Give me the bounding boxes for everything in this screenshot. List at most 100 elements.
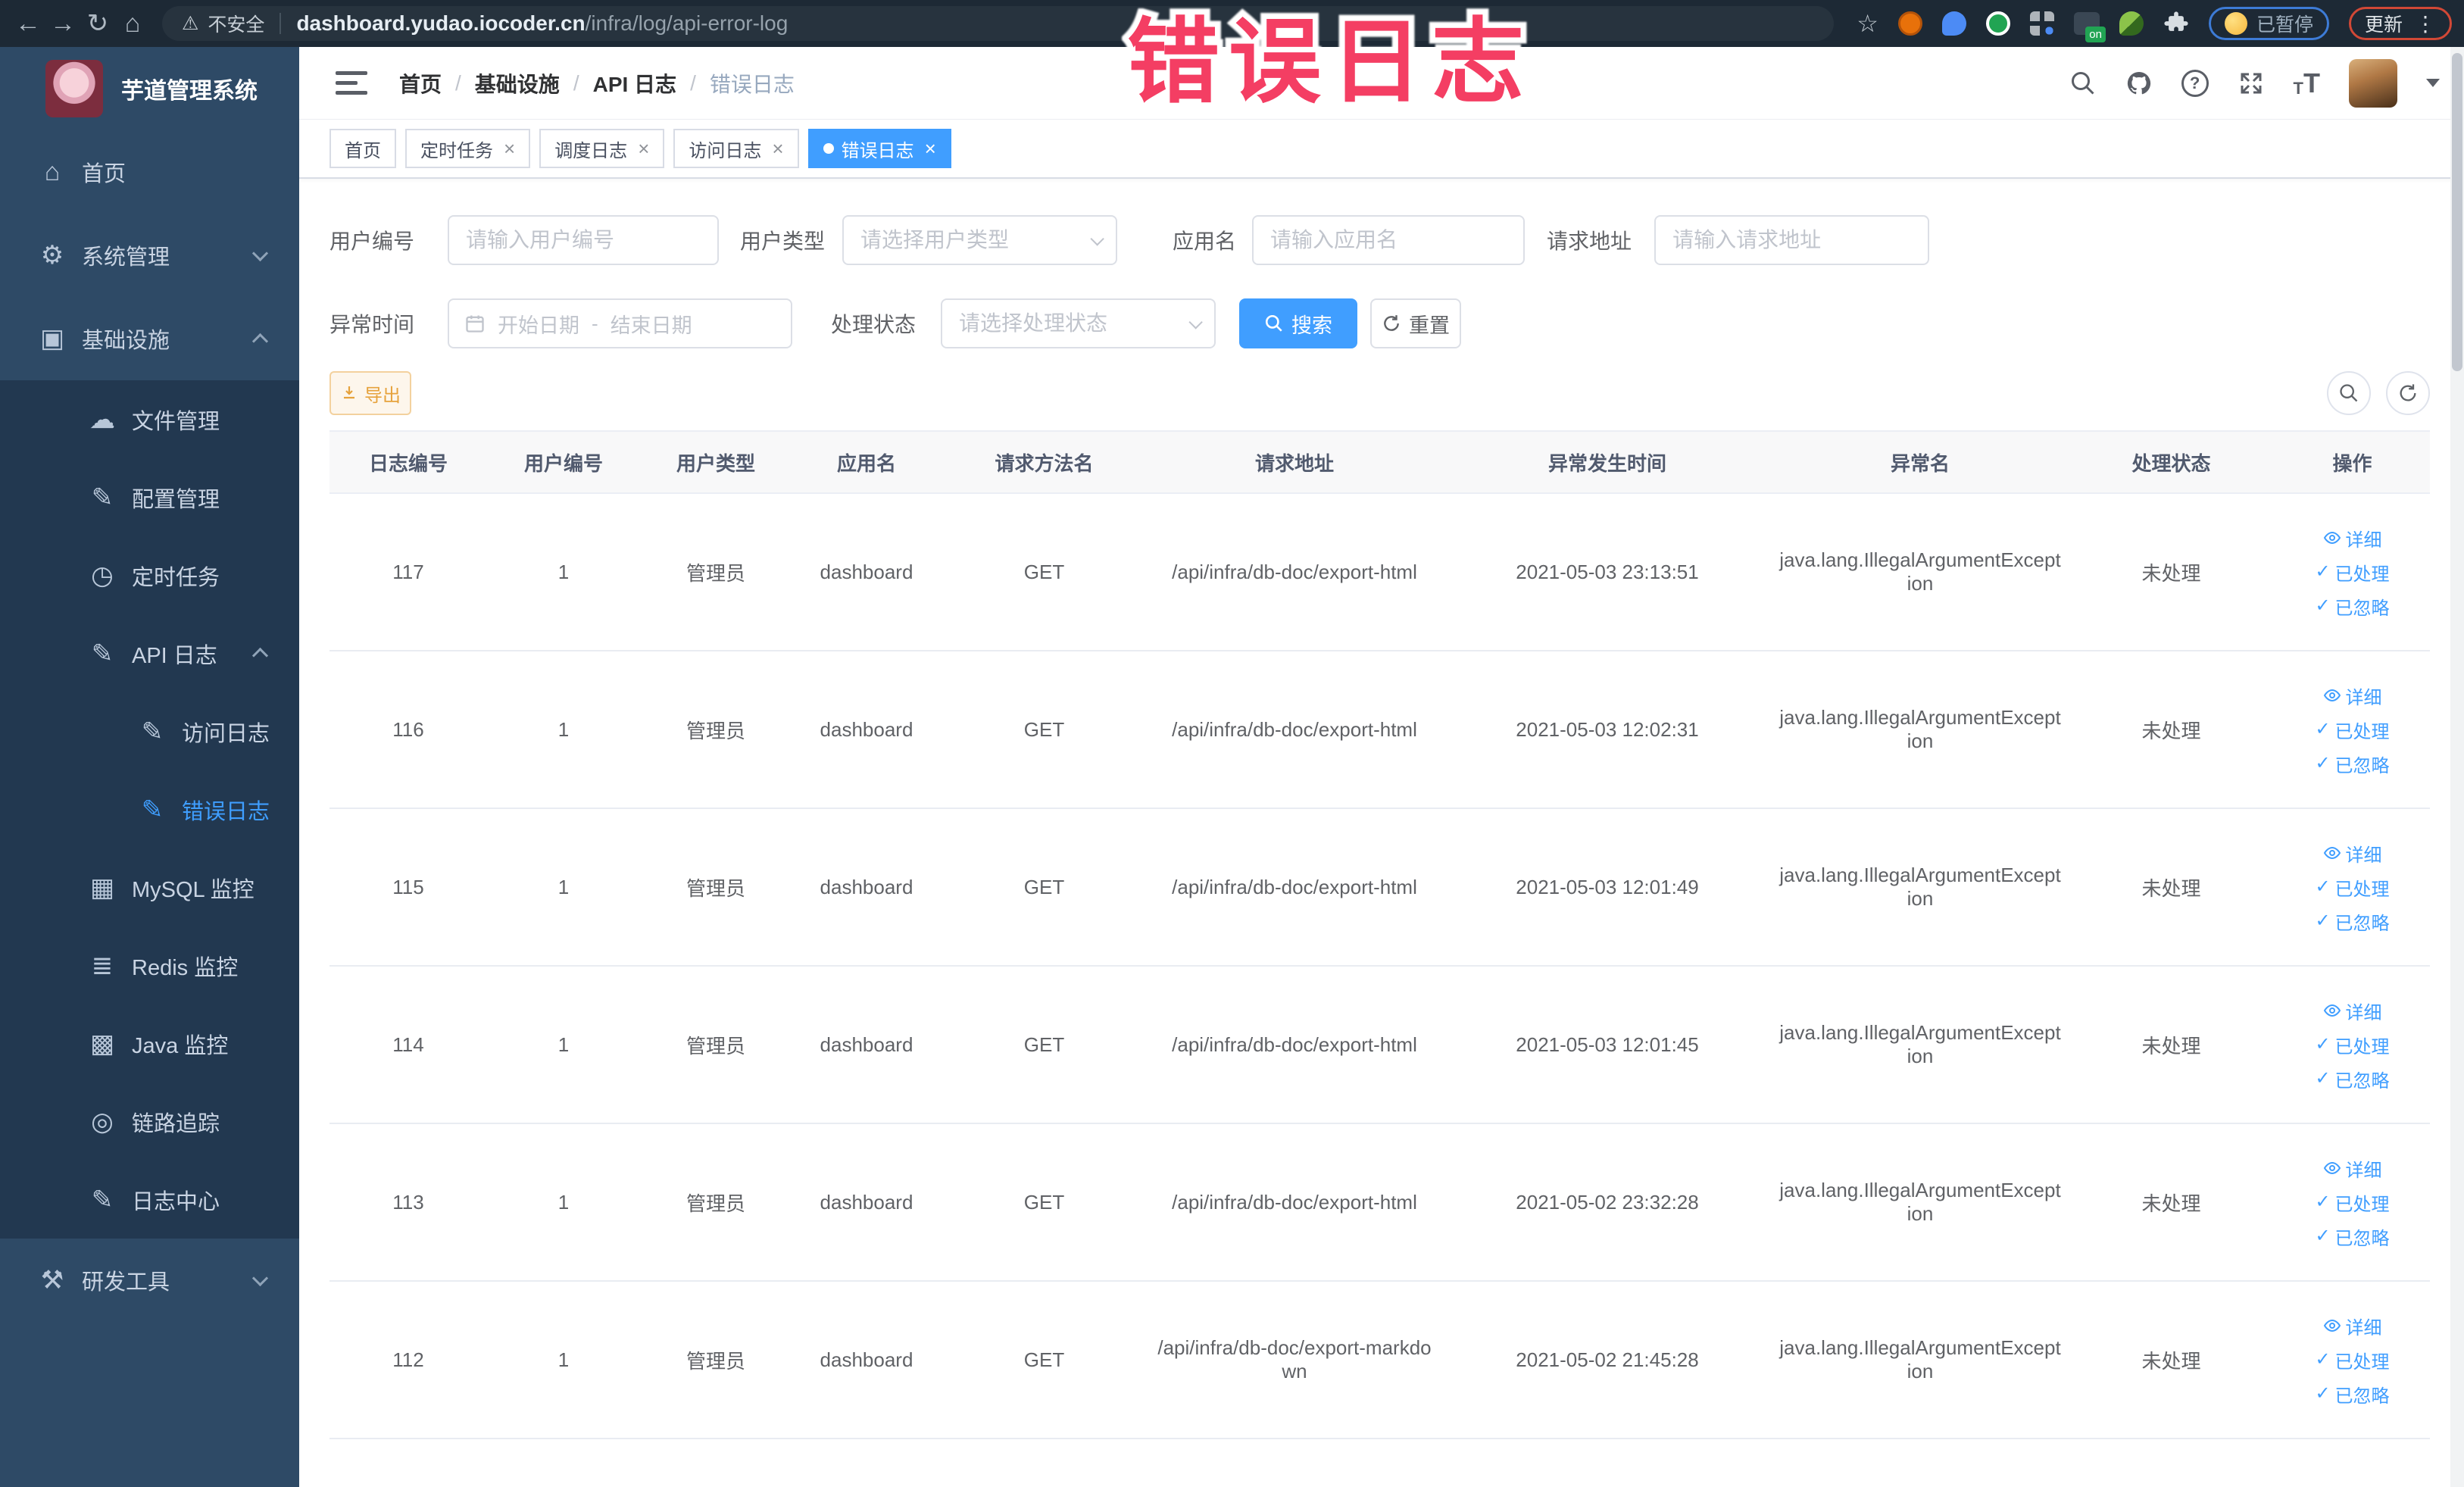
sidebar-item-infrastructure[interactable]: ▣ 基础设施 [0, 297, 299, 380]
sidebar-item-home[interactable]: ⌂ 首页 [0, 130, 299, 214]
processed-link[interactable]: ✓ 已处理 [2315, 1347, 2389, 1373]
detail-link[interactable]: 详细 [2323, 998, 2382, 1024]
sidebar-item-java-monitor[interactable]: ▩ Java 监控 [0, 1004, 299, 1082]
detail-link[interactable]: 详细 [2323, 840, 2382, 867]
annotation-overlay-title: 错误日志 [1127, 14, 1533, 111]
reset-button[interactable]: 重置 [1370, 298, 1462, 348]
check-icon: ✓ [2315, 1034, 2331, 1054]
back-icon[interactable]: ← [11, 9, 45, 39]
table-row: 117 1 管理员 dashboard GET /api/infra/db-do… [329, 493, 2430, 651]
scrollbar-thumb[interactable] [2452, 53, 2462, 371]
detail-link[interactable]: 详细 [2323, 683, 2382, 709]
sidebar-item-system-management[interactable]: ⚙ 系统管理 [0, 214, 299, 297]
sidebar-item-label: Java 监控 [132, 1033, 229, 1058]
ignore-link[interactable]: ✓ 已忽略 [2315, 1223, 2389, 1250]
user-type-select[interactable] [842, 215, 1118, 265]
date-range-picker[interactable]: 开始日期 - 结束日期 [448, 298, 793, 348]
processed-link[interactable]: ✓ 已处理 [2315, 1189, 2389, 1216]
close-icon[interactable]: × [772, 139, 783, 158]
app-name-input[interactable] [1252, 215, 1526, 265]
process-status-select[interactable] [941, 298, 1216, 348]
tab-home[interactable]: 首页 [329, 129, 396, 168]
close-icon[interactable]: × [925, 139, 936, 158]
menu-kebab-icon[interactable]: ⋮ [2415, 11, 2436, 36]
processed-link[interactable]: ✓ 已处理 [2315, 1032, 2389, 1058]
sidebar-item-scheduled-tasks[interactable]: ◷ 定时任务 [0, 536, 299, 614]
sidebar-item-error-log[interactable]: ✎ 错误日志 [0, 770, 299, 848]
avatar-dropdown-caret-icon[interactable] [2426, 79, 2440, 87]
scrollbar[interactable] [2450, 47, 2464, 1487]
ignore-link[interactable]: ✓ 已忽略 [2315, 1381, 2389, 1407]
sidebar-item-redis-monitor[interactable]: ≣ Redis 监控 [0, 926, 299, 1004]
refresh-table-button[interactable] [2386, 371, 2430, 415]
toggle-search-button[interactable] [2327, 371, 2371, 415]
sidebar-item-log-center[interactable]: ✎ 日志中心 [0, 1161, 299, 1239]
tab-scheduled-tasks[interactable]: 定时任务 × [405, 129, 531, 168]
extension-icon[interactable] [1941, 11, 1966, 36]
breadcrumb-infrastructure[interactable]: 基础设施 [475, 68, 560, 98]
sidebar-item-api-log[interactable]: ✎ API 日志 [0, 614, 299, 692]
url-path: /infra/log/api-error-log [585, 11, 789, 35]
address-bar[interactable]: ⚠ 不安全 dashboard.yudao.iocoder.cn/infra/l… [162, 6, 1835, 41]
extension-icon[interactable] [1897, 11, 1922, 36]
hamburger-icon[interactable] [336, 71, 367, 95]
processed-link[interactable]: ✓ 已处理 [2315, 717, 2389, 743]
user-id-input[interactable] [448, 215, 720, 265]
extension-icon[interactable] [1985, 11, 2010, 36]
sidebar-item-dev-tools[interactable]: ⚒ 研发工具 [0, 1239, 299, 1322]
reload-icon[interactable]: ↻ [80, 8, 115, 39]
not-secure-warning[interactable]: ⚠ 不安全 [182, 10, 264, 37]
bookmark-star-icon[interactable]: ☆ [1857, 9, 1878, 38]
forward-icon[interactable]: → [45, 9, 80, 39]
start-date-placeholder[interactable]: 开始日期 [498, 309, 579, 339]
close-icon[interactable]: × [504, 139, 515, 158]
user-avatar[interactable] [2349, 58, 2397, 108]
check-icon: ✓ [2315, 595, 2331, 616]
active-tab-dot [823, 143, 834, 154]
sidebar-item-trace[interactable]: ◎ 链路追踪 [0, 1082, 299, 1161]
search-icon[interactable] [2069, 70, 2097, 97]
home-icon[interactable]: ⌂ [115, 9, 150, 39]
breadcrumb-api-log[interactable]: API 日志 [593, 68, 676, 98]
filter-row-2: 异常时间 开始日期 - 结束日期 处理状态 搜索 [329, 298, 2430, 348]
detail-link[interactable]: 详细 [2323, 1313, 2382, 1339]
cell-process-status: 未处理 [2068, 808, 2275, 967]
extension-icon[interactable] [2029, 11, 2054, 36]
chrome-update-pill[interactable]: 更新 ⋮ [2348, 7, 2452, 40]
tab-access-log[interactable]: 访问日志 × [673, 129, 799, 168]
breadcrumb-home[interactable]: 首页 [399, 68, 442, 98]
request-url-input[interactable] [1654, 215, 1930, 265]
export-button[interactable]: 导出 [329, 371, 411, 415]
detail-link[interactable]: 详细 [2323, 525, 2382, 551]
sidebar-item-mysql-monitor[interactable]: ▦ MySQL 监控 [0, 848, 299, 926]
processed-link[interactable]: ✓ 已处理 [2315, 874, 2389, 901]
extensions-puzzle-icon[interactable] [2163, 11, 2189, 36]
tab-label: 调度日志 [554, 140, 628, 161]
fullscreen-icon[interactable] [2238, 70, 2265, 97]
font-size-icon[interactable]: TT [2294, 69, 2320, 97]
processed-link[interactable]: ✓ 已处理 [2315, 559, 2389, 586]
ignore-link[interactable]: ✓ 已忽略 [2315, 908, 2389, 935]
profile-paused-pill[interactable]: 已暂停 [2208, 7, 2329, 40]
ignore-link[interactable]: ✓ 已忽略 [2315, 593, 2389, 620]
ignore-link[interactable]: ✓ 已忽略 [2315, 1066, 2389, 1092]
ignore-link[interactable]: ✓ 已忽略 [2315, 751, 2389, 777]
end-date-placeholder[interactable]: 结束日期 [611, 309, 692, 339]
log-icon: ✎ [91, 1185, 114, 1214]
github-icon[interactable] [2125, 70, 2153, 97]
extension-icon[interactable] [2119, 11, 2144, 36]
help-icon[interactable]: ? [2181, 69, 2209, 97]
search-button[interactable]: 搜索 [1239, 298, 1358, 348]
cell-exception-name: java.lang.IllegalArgumentException [1772, 966, 2068, 1124]
tab-error-log[interactable]: 错误日志 × [807, 129, 951, 168]
sidebar-item-file-management[interactable]: ☁ 文件管理 [0, 380, 299, 458]
tab-dispatch-log[interactable]: 调度日志 × [539, 129, 665, 168]
close-icon[interactable]: × [638, 139, 649, 158]
extension-icon[interactable]: on [2073, 12, 2106, 42]
row-actions: 详细 ✓ 已处理 ✓ 已忽略 [2281, 1313, 2424, 1407]
app-logo-row[interactable]: 芋道管理系统 [0, 47, 299, 130]
sidebar-item-label: 文件管理 [132, 409, 220, 434]
sidebar-item-access-log[interactable]: ✎ 访问日志 [0, 692, 299, 770]
detail-link[interactable]: 详细 [2323, 1155, 2382, 1182]
sidebar-item-config-management[interactable]: ✎ 配置管理 [0, 458, 299, 536]
